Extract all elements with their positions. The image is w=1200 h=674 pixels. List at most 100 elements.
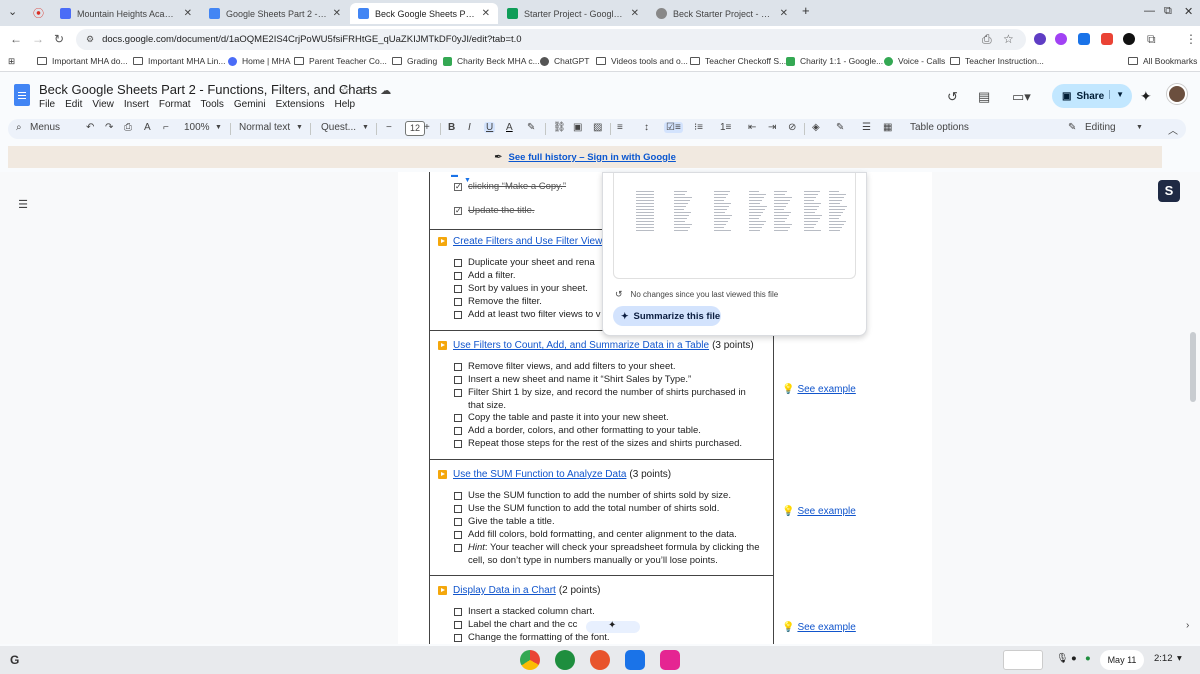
- underline-icon[interactable]: U: [484, 122, 496, 133]
- bold-icon[interactable]: B: [448, 122, 455, 133]
- bookmark-item[interactable]: Teacher Checkoff S...: [690, 56, 786, 66]
- chevron-down-icon[interactable]: ▼: [1109, 90, 1124, 99]
- tray-status-icon[interactable]: ●: [1071, 653, 1077, 664]
- checkbox[interactable]: [454, 389, 462, 397]
- see-example-link[interactable]: See example: [797, 384, 855, 395]
- record-icon[interactable]: ⦿: [33, 5, 44, 21]
- classroom-app-icon[interactable]: [625, 650, 645, 670]
- sign-in-history-link[interactable]: See full history – Sign in with Google: [509, 152, 676, 163]
- redo-icon[interactable]: ↷: [105, 122, 113, 133]
- new-tab-button[interactable]: +: [802, 3, 810, 18]
- checkbox[interactable]: [454, 376, 462, 384]
- menu-file[interactable]: File: [39, 99, 55, 110]
- paint-format-icon[interactable]: ⌐: [163, 122, 169, 133]
- checkbox[interactable]: [454, 518, 462, 526]
- checkbox[interactable]: [454, 544, 462, 552]
- section-link[interactable]: Use Filters to Count, Add, and Summarize…: [453, 340, 709, 351]
- checkbox[interactable]: [454, 298, 462, 306]
- menu-help[interactable]: Help: [335, 99, 356, 110]
- avatar[interactable]: [1167, 84, 1187, 104]
- bookmark-item[interactable]: Charity Beck MHA c...: [443, 56, 540, 66]
- table-options-button[interactable]: Table options: [910, 122, 969, 133]
- move-folder-icon[interactable]: ▭: [360, 84, 370, 97]
- font-select[interactable]: Quest...: [321, 122, 356, 133]
- star-icon[interactable]: ☆: [340, 84, 350, 97]
- extensions-puzzle-icon[interactable]: ⧉: [1147, 32, 1156, 47]
- see-example-link[interactable]: See example: [797, 622, 855, 633]
- menu-extensions[interactable]: Extensions: [276, 99, 325, 110]
- chevron-down-icon[interactable]: ▼: [362, 124, 369, 131]
- see-example-link[interactable]: See example: [797, 506, 855, 517]
- highlight-color-icon[interactable]: ✎: [527, 122, 535, 133]
- forward-icon[interactable]: →: [32, 32, 44, 46]
- site-info-icon[interactable]: ⚙: [86, 34, 94, 45]
- add-comment-icon[interactable]: ▣: [573, 122, 582, 133]
- document-title[interactable]: Beck Google Sheets Part 2 - Functions, F…: [39, 82, 377, 97]
- align-icon[interactable]: ≡: [617, 122, 623, 133]
- spellcheck-icon[interactable]: A: [144, 122, 151, 133]
- bookmark-item[interactable]: Videos tools and o...: [596, 56, 688, 66]
- checkbox[interactable]: [454, 531, 462, 539]
- section-link[interactable]: Use the SUM Function to Analyze Data: [453, 469, 626, 480]
- increase-font-size-icon[interactable]: +: [424, 122, 430, 133]
- file-thumbnail[interactable]: [613, 173, 856, 279]
- all-bookmarks[interactable]: All Bookmarks: [1128, 56, 1197, 66]
- phone-app-icon[interactable]: [555, 650, 575, 670]
- menu-insert[interactable]: Insert: [124, 99, 149, 110]
- font-size-input[interactable]: 12: [405, 121, 425, 136]
- extension-icon[interactable]: [1101, 33, 1113, 45]
- extension-icon[interactable]: [1078, 33, 1090, 45]
- browser-menu-icon[interactable]: ⋮: [1185, 32, 1197, 46]
- browser-tab-1[interactable]: Mountain Heights Academy - C ✕: [52, 3, 200, 24]
- print-icon[interactable]: ⎙: [124, 122, 132, 133]
- chevron-down-icon[interactable]: ▼: [296, 124, 303, 131]
- apps-grid-icon[interactable]: ⊞: [8, 56, 15, 67]
- close-tab-icon[interactable]: ✕: [631, 8, 639, 19]
- checkbox[interactable]: [454, 259, 462, 267]
- cell-fill-icon[interactable]: ◈: [812, 122, 820, 133]
- bulleted-list-icon[interactable]: ⁝≡: [694, 122, 703, 133]
- editing-mode-select[interactable]: Editing: [1085, 122, 1116, 133]
- close-tab-icon[interactable]: ✕: [333, 8, 341, 19]
- microphone-icon[interactable]: 🎙: [1056, 653, 1068, 664]
- decrease-indent-icon[interactable]: ⇤: [748, 122, 756, 133]
- back-icon[interactable]: ←: [10, 32, 22, 46]
- numbered-list-icon[interactable]: 1≡: [720, 122, 731, 133]
- checkbox[interactable]: [454, 621, 462, 629]
- menus-search[interactable]: Menus: [30, 122, 60, 133]
- style-select[interactable]: Normal text: [239, 122, 290, 133]
- checkbox[interactable]: [454, 363, 462, 371]
- screen-capture-thumbnail[interactable]: [1003, 650, 1043, 670]
- section-link[interactable]: Display Data in a Chart: [453, 585, 556, 596]
- text-color-icon[interactable]: A: [506, 122, 513, 133]
- menu-gemini[interactable]: Gemini: [234, 99, 266, 110]
- close-tab-icon[interactable]: ✕: [184, 8, 192, 19]
- section-link[interactable]: Create Filters and Use Filter Views: [453, 236, 607, 247]
- bookmark-item[interactable]: Important MHA Lin...: [133, 56, 225, 66]
- share-button[interactable]: ▣ Share ▼: [1052, 84, 1132, 108]
- collapse-menus-icon[interactable]: ︿: [1168, 122, 1178, 137]
- bookmark-item[interactable]: Grading: [392, 56, 437, 66]
- browser-tab-4[interactable]: Starter Project - Google Sheets ✕: [499, 3, 647, 24]
- checkbox[interactable]: [454, 311, 462, 319]
- bookmark-item[interactable]: Parent Teacher Co...: [294, 56, 387, 66]
- extension-icon[interactable]: [1055, 33, 1067, 45]
- checkbox[interactable]: [454, 505, 462, 513]
- docs-logo-icon[interactable]: [14, 84, 30, 106]
- maximize-icon[interactable]: ⧉: [1164, 5, 1172, 18]
- bookmark-item[interactable]: Voice - Calls: [884, 56, 945, 66]
- checkbox[interactable]: [454, 634, 462, 642]
- extension-icon[interactable]: [1123, 33, 1135, 45]
- cloud-status-icon[interactable]: ☁: [380, 84, 391, 97]
- checkbox[interactable]: [454, 608, 462, 616]
- gemini-sparkle-icon[interactable]: ✦: [1140, 88, 1152, 105]
- increase-indent-icon[interactable]: ⇥: [768, 122, 776, 133]
- bookmark-item[interactable]: ChatGPT: [540, 56, 589, 66]
- border-color-icon[interactable]: ✎: [836, 122, 844, 133]
- insert-image-icon[interactable]: ▨: [593, 122, 602, 133]
- summarize-file-button[interactable]: ✦ Summarize this file: [613, 306, 721, 326]
- reload-icon[interactable]: ↻: [54, 32, 64, 46]
- zoom-select[interactable]: 100%: [184, 122, 210, 133]
- url-input[interactable]: ⚙ docs.google.com/document/d/1aOQME2IS4C…: [76, 29, 1026, 50]
- insert-link-icon[interactable]: ⛓: [553, 122, 566, 133]
